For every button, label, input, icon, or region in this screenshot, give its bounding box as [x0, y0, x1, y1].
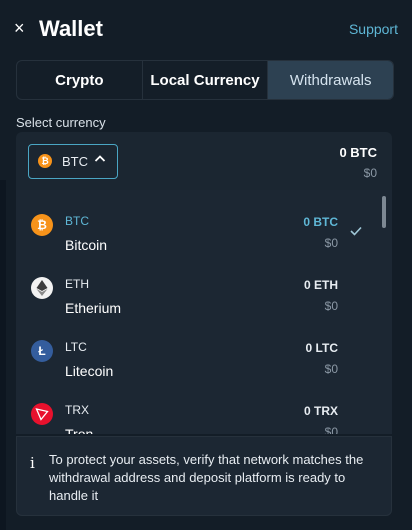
currency-symbol: BTC: [65, 214, 89, 228]
close-icon[interactable]: ×: [14, 18, 28, 38]
currency-amount: 0 TRX: [303, 404, 338, 418]
currency-option-ltc[interactable]: Ł LTC Litecoin 0 LTC $0: [16, 322, 376, 384]
currency-amount: 0 ETH: [303, 278, 338, 292]
currency-option-eth[interactable]: ETH Etherium 0 ETH $0: [16, 259, 376, 321]
currency-usd: $0: [324, 236, 338, 250]
selected-balance-usd: $0: [363, 166, 377, 180]
tab-withdrawals[interactable]: Withdrawals: [268, 61, 393, 99]
list-scrollbar[interactable]: [382, 196, 386, 228]
currency-name: Tron: [65, 426, 94, 434]
wallet-panel: × Wallet Support Crypto Local Currency W…: [0, 0, 412, 530]
currency-option-trx[interactable]: TRX Tron 0 TRX $0: [16, 385, 376, 434]
background-sliver: [0, 180, 6, 530]
currency-name: Etherium: [65, 300, 122, 316]
warning-text: To protect your assets, verify that netw…: [49, 452, 364, 503]
info-icon: i: [30, 454, 35, 472]
currency-usd: $0: [324, 425, 338, 434]
tab-local-currency[interactable]: Local Currency: [143, 61, 269, 99]
tab-crypto[interactable]: Crypto: [17, 61, 143, 99]
wallet-header: × Wallet Support: [0, 0, 412, 58]
network-warning: i To protect your assets, verify that ne…: [16, 436, 392, 516]
current-currency-code: BTC: [62, 154, 88, 169]
currency-option-btc[interactable]: ₿ BTC Bitcoin 0 BTC $0: [16, 196, 376, 258]
currency-amount: 0 BTC: [303, 215, 338, 229]
litecoin-icon: Ł: [31, 340, 53, 362]
currency-symbol: LTC: [65, 340, 87, 354]
select-currency-label: Select currency: [16, 115, 106, 130]
currency-dropdown-list: ₿ BTC Bitcoin 0 BTC $0 ETH Etherium 0 ET…: [16, 190, 392, 434]
currency-selector: ₿ BTC 0 BTC $0: [16, 132, 392, 190]
page-title: Wallet: [39, 16, 103, 41]
currency-name: Bitcoin: [65, 237, 108, 253]
tron-icon: [31, 403, 53, 425]
bitcoin-icon: ₿: [31, 214, 53, 236]
support-link[interactable]: Support: [349, 21, 398, 37]
currency-symbol: TRX: [65, 403, 89, 417]
bitcoin-icon: ₿: [38, 154, 52, 168]
currency-usd: $0: [324, 299, 338, 313]
currency-usd: $0: [324, 362, 338, 376]
currency-amount: 0 LTC: [305, 341, 338, 355]
currency-symbol: ETH: [65, 277, 89, 291]
currency-name: Litecoin: [65, 363, 114, 379]
selected-balance: 0 BTC: [339, 145, 377, 160]
chevron-up-icon: [94, 152, 106, 169]
check-icon: [350, 223, 362, 239]
wallet-tabs: Crypto Local Currency Withdrawals: [16, 60, 394, 100]
currency-dropdown-button[interactable]: ₿ BTC: [28, 144, 118, 179]
ethereum-icon: [31, 277, 53, 299]
